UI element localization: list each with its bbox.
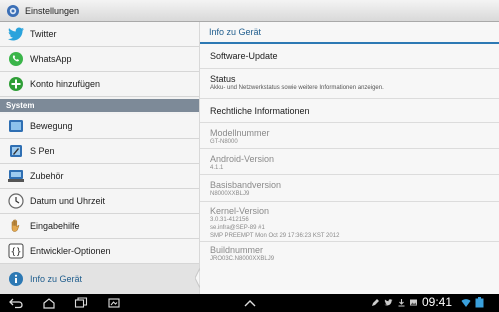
build-number-title: Buildnummer xyxy=(210,245,264,255)
android-version-title: Android-Version xyxy=(210,154,275,164)
nav-item-label: S Pen xyxy=(30,146,55,156)
wifi-signal-icon xyxy=(461,299,471,307)
svg-text:{}: {} xyxy=(11,248,22,258)
battery-icon xyxy=(475,297,484,308)
nav-item-label: Eingabehilfe xyxy=(30,221,80,231)
android-version-item[interactable]: Android-Version 4.1.1 xyxy=(200,149,499,175)
nav-item-s-pen[interactable]: S Pen xyxy=(0,139,199,164)
model-number-value: GT-N8000 xyxy=(210,139,238,145)
recent-apps-icon[interactable] xyxy=(74,297,88,309)
hand-icon xyxy=(7,217,25,235)
title-bar: Einstellungen xyxy=(0,0,499,22)
settings-nav-list[interactable]: Twitter WhatsApp Konto hinzufügen System… xyxy=(0,22,199,294)
nav-item-label: Konto hinzufügen xyxy=(30,79,101,89)
nav-item-label: Info zu Gerät xyxy=(30,274,83,284)
nav-item-label: Twitter xyxy=(30,29,57,39)
twitter-icon xyxy=(7,25,25,43)
section-header-system: System xyxy=(0,99,199,112)
build-number-value: JRO03C.N8000XXBLJ9 xyxy=(210,256,275,262)
gallery-icon xyxy=(410,299,417,306)
baseband-version-title: Basisbandversion xyxy=(210,180,282,190)
nav-item-device-info[interactable]: Info zu Gerät xyxy=(0,264,199,294)
device-info-pane: Info zu Gerät Software-Update Status Akk… xyxy=(200,22,499,294)
app-title: Einstellungen xyxy=(25,5,80,16)
accessory-icon xyxy=(7,167,25,185)
settings-content: Twitter WhatsApp Konto hinzufügen System… xyxy=(0,22,499,294)
nav-item-label: Zubehör xyxy=(30,171,64,181)
home-icon[interactable] xyxy=(42,297,56,309)
model-number-title: Modellnummer xyxy=(210,128,270,138)
software-update-item[interactable]: Software-Update xyxy=(200,44,499,69)
nav-item-label: Datum und Uhrzeit xyxy=(30,196,106,206)
kernel-version-item: Kernel-Version 3.0.31-412156 se.infra@SE… xyxy=(200,202,499,242)
kernel-version-line: se.infra@SEP-89 #1 xyxy=(210,225,265,231)
status-item[interactable]: Status Akku- und Netzwerkstatus sowie we… xyxy=(200,69,499,99)
info-icon xyxy=(7,270,25,288)
kernel-version-line: SMP PREEMPT Mon Oct 29 17:36:23 KST 2012 xyxy=(210,233,340,239)
settings-gear-icon xyxy=(7,4,19,17)
download-icon xyxy=(398,299,405,307)
status-title: Status xyxy=(210,74,236,84)
android-version-value: 4.1.1 xyxy=(210,165,224,171)
pane-title: Info zu Gerät xyxy=(200,22,499,44)
legal-info-label: Rechtliche Informationen xyxy=(210,105,310,116)
nav-item-accessory[interactable]: Zubehör xyxy=(0,164,199,189)
clock-icon xyxy=(7,192,25,210)
nav-item-add-account[interactable]: Konto hinzufügen xyxy=(0,72,199,97)
pen-status-icon xyxy=(372,299,379,306)
baseband-version-item: Basisbandversion N8000XXBLJ9 xyxy=(200,175,499,202)
build-number-item[interactable]: Buildnummer JRO03C.N8000XXBLJ9 xyxy=(200,242,499,270)
nav-item-accessibility[interactable]: Eingabehilfe xyxy=(0,214,199,239)
motion-icon xyxy=(7,117,25,135)
twitter-notification-icon xyxy=(384,299,393,306)
legal-info-item[interactable]: Rechtliche Informationen xyxy=(200,99,499,123)
developer-icon: {} xyxy=(7,242,25,260)
baseband-version-value: N8000XXBLJ9 xyxy=(210,191,250,197)
software-update-label: Software-Update xyxy=(210,51,278,61)
nav-item-label: Entwickler-Optionen xyxy=(30,246,111,256)
s-pen-icon xyxy=(7,142,25,160)
nav-item-motion[interactable]: Bewegung xyxy=(0,114,199,139)
whatsapp-icon xyxy=(7,50,25,68)
back-icon[interactable] xyxy=(9,297,23,309)
add-account-icon xyxy=(7,75,25,93)
nav-item-developer-options[interactable]: {} Entwickler-Optionen xyxy=(0,239,199,264)
nav-item-whatsapp[interactable]: WhatsApp xyxy=(0,47,199,72)
kernel-version-line: 3.0.31-412156 xyxy=(210,217,249,223)
screenshot-icon[interactable] xyxy=(107,297,121,309)
clock-time: 09:41 xyxy=(422,295,453,309)
mini-apps-tray-icon[interactable] xyxy=(243,297,257,309)
kernel-version-title: Kernel-Version xyxy=(210,206,270,216)
status-summary: Akku- und Netzwerkstatus sowie weitere I… xyxy=(210,85,384,91)
nav-item-date-time[interactable]: Datum und Uhrzeit xyxy=(0,189,199,214)
nav-item-label: Bewegung xyxy=(30,121,73,131)
nav-item-twitter[interactable]: Twitter xyxy=(0,22,199,47)
nav-item-label: WhatsApp xyxy=(30,54,72,64)
model-number-item: Modellnummer GT-N8000 xyxy=(200,123,499,149)
system-nav-bar: 09:41 xyxy=(0,294,499,312)
